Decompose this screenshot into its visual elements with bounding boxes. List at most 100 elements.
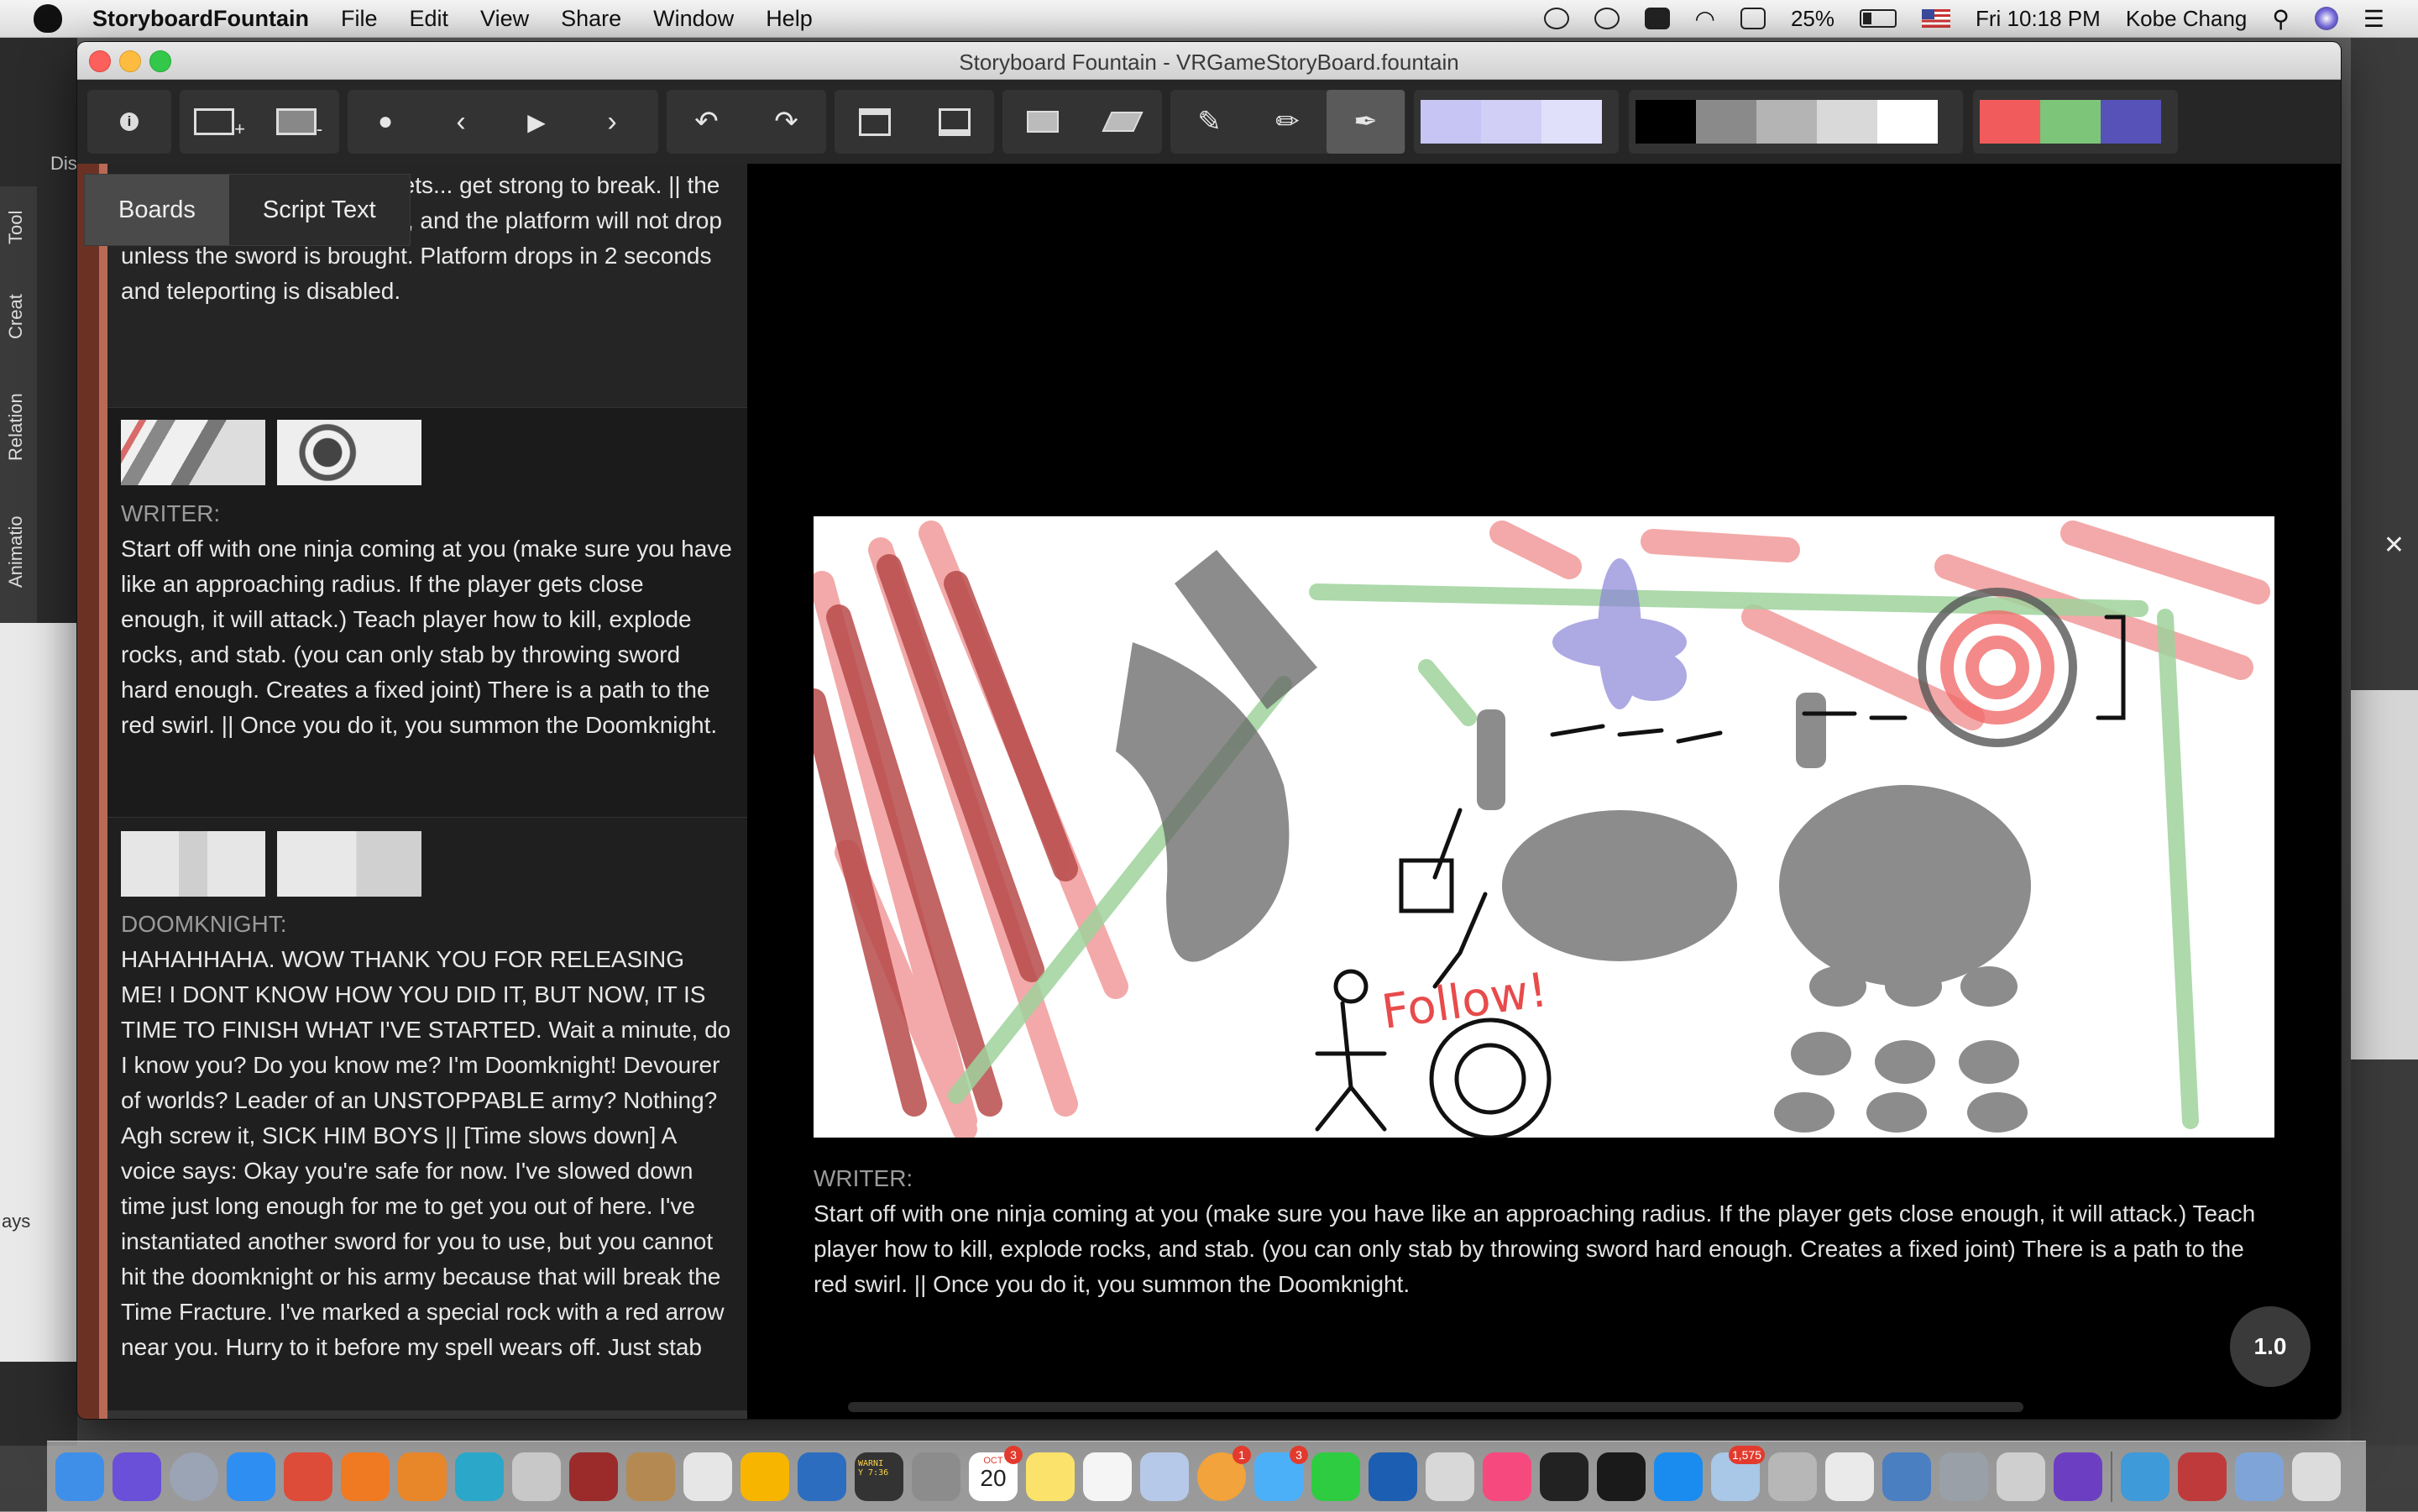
menu-file[interactable]: File — [341, 6, 378, 32]
spotlight-search-icon[interactable]: ⚲ — [2272, 5, 2290, 33]
board-thumbnail[interactable] — [121, 831, 265, 897]
wifi-icon[interactable]: ◠ — [1695, 5, 1715, 33]
swatch-blue[interactable] — [2101, 100, 2161, 144]
launchpad-icon[interactable] — [170, 1452, 218, 1501]
epic-games-icon[interactable] — [1597, 1452, 1646, 1501]
photo-booth-icon[interactable] — [2178, 1452, 2227, 1501]
siri-menu-icon[interactable] — [2314, 7, 2338, 30]
maya-icon[interactable] — [455, 1452, 504, 1501]
pencil-icon[interactable]: ✏ — [1248, 90, 1327, 154]
swatch-light-1[interactable] — [1421, 100, 1481, 144]
siri-icon[interactable] — [113, 1452, 161, 1501]
sketch-icon[interactable] — [741, 1452, 789, 1501]
playback-speed-button[interactable]: 1.0 — [2230, 1306, 2311, 1387]
tab-script-text[interactable]: Script Text — [229, 175, 410, 245]
blender-icon[interactable] — [398, 1452, 447, 1501]
previous-icon[interactable]: ‹ — [423, 90, 499, 154]
swatch-gray-3[interactable] — [1756, 100, 1817, 144]
redo-icon[interactable]: ↷ — [746, 90, 826, 154]
media-icon[interactable] — [1426, 1452, 1474, 1501]
battery-icon[interactable] — [1859, 9, 1897, 28]
brush-icon[interactable]: ✎ — [1170, 90, 1248, 154]
swatch-gray-4[interactable] — [1817, 100, 1877, 144]
vertical-tab-animation[interactable]: Animatio — [5, 497, 32, 606]
board-thumbnail[interactable] — [277, 420, 421, 485]
swatch-light-3[interactable] — [1541, 100, 1602, 144]
archive-icon[interactable] — [1768, 1452, 1817, 1501]
status-app-icon[interactable] — [1543, 8, 1569, 29]
board-thumbnail[interactable] — [277, 831, 421, 897]
vertical-tab-tool[interactable]: Tool — [5, 198, 32, 257]
safari-icon[interactable] — [227, 1452, 275, 1501]
battlenet-icon[interactable] — [1369, 1452, 1417, 1501]
apple-icon[interactable] — [34, 4, 62, 33]
mail-icon[interactable]: 1,575 — [1711, 1446, 1765, 1501]
board-thumbnail[interactable] — [121, 420, 265, 485]
undo-icon[interactable]: ↶ — [667, 90, 746, 154]
notification-center-icon[interactable]: ☰ — [2363, 5, 2384, 33]
airplay-icon[interactable] — [1740, 8, 1766, 29]
font-book-icon[interactable] — [1997, 1452, 2045, 1501]
add-board-icon[interactable]: + — [180, 90, 259, 154]
finder-icon[interactable] — [55, 1452, 104, 1501]
tray-down-icon[interactable] — [914, 90, 994, 154]
tray-up-icon[interactable] — [835, 90, 914, 154]
trash-icon[interactable] — [2292, 1452, 2341, 1501]
console-icon[interactable]: WARNI Y 7:36 — [855, 1452, 903, 1501]
messages-icon[interactable]: 3 — [1254, 1446, 1308, 1501]
flag-icon[interactable] — [1921, 9, 1950, 28]
app-store-icon[interactable] — [1654, 1452, 1703, 1501]
info-icon[interactable]: i — [87, 90, 171, 154]
menu-share[interactable]: Share — [561, 6, 621, 32]
flip-icon[interactable] — [1082, 90, 1162, 154]
remove-board-icon[interactable]: - — [259, 90, 339, 154]
tab-boards[interactable]: Boards — [85, 175, 229, 245]
swatch-gray-1[interactable] — [1636, 100, 1696, 144]
timeline-scrollbar[interactable] — [848, 1402, 2023, 1412]
text-edit-icon[interactable] — [1825, 1452, 1874, 1501]
menu-help[interactable]: Help — [766, 6, 813, 32]
scene-item[interactable]: WRITER: Start off with one ninja coming … — [107, 407, 747, 818]
preview-icon[interactable] — [1140, 1452, 1189, 1501]
swatch-gray-5[interactable] — [1877, 100, 1938, 144]
menu-app-name[interactable]: StoryboardFountain — [92, 6, 309, 32]
next-icon[interactable]: › — [574, 90, 650, 154]
light-table-icon[interactable] — [1002, 90, 1082, 154]
record-dot-icon[interactable]: ● — [348, 90, 423, 154]
menu-edit[interactable]: Edit — [410, 6, 449, 32]
clock[interactable]: Fri 10:18 PM — [1976, 6, 2101, 32]
swatch-green[interactable] — [2040, 100, 2101, 144]
calendar-icon[interactable]: OCT 20 3 — [969, 1446, 1023, 1501]
panel-horizontal-scrollbar[interactable] — [107, 1410, 747, 1419]
unity-icon[interactable] — [1540, 1452, 1588, 1501]
sublime-icon[interactable] — [683, 1452, 732, 1501]
swatch-gray-2[interactable] — [1696, 100, 1756, 144]
close-icon[interactable]: ✕ — [2384, 531, 2405, 560]
network-icon[interactable] — [1882, 1452, 1931, 1501]
storyboard-canvas[interactable]: Follow! — [814, 516, 2274, 1138]
play-icon[interactable]: ▶ — [499, 90, 574, 154]
menu-window[interactable]: Window — [653, 6, 734, 32]
vertical-tab-create[interactable]: Creat — [5, 279, 32, 354]
downloads-icon[interactable] — [2235, 1452, 2284, 1501]
chrome-icon[interactable] — [284, 1452, 332, 1501]
pen-icon[interactable]: ✒ — [1327, 90, 1405, 154]
scene-item[interactable]: DOOMKNIGHT: HAHAHHAHA. WOW THANK YOU FOR… — [107, 817, 747, 1419]
reminders-icon[interactable] — [1083, 1452, 1132, 1501]
firefox-icon[interactable] — [341, 1452, 390, 1501]
sourcetree-icon[interactable] — [798, 1452, 846, 1501]
facetime-icon[interactable] — [1311, 1452, 1360, 1501]
vertical-tab-relation[interactable]: Relation — [5, 373, 32, 482]
disk-utility-icon[interactable] — [1939, 1452, 1988, 1501]
contacts-icon[interactable] — [626, 1452, 675, 1501]
swatch-red[interactable] — [1980, 100, 2040, 144]
user-name[interactable]: Kobe Chang — [2126, 6, 2248, 32]
steam-icon[interactable] — [512, 1452, 561, 1501]
creative-cloud-icon[interactable] — [1594, 8, 1620, 29]
music-icon[interactable] — [1483, 1452, 1531, 1501]
preferences-icon[interactable] — [912, 1452, 960, 1501]
sync-icon[interactable] — [2121, 1452, 2169, 1501]
menu-view[interactable]: View — [480, 6, 529, 32]
swatch-light-2[interactable] — [1481, 100, 1541, 144]
notes-icon[interactable] — [1026, 1452, 1075, 1501]
